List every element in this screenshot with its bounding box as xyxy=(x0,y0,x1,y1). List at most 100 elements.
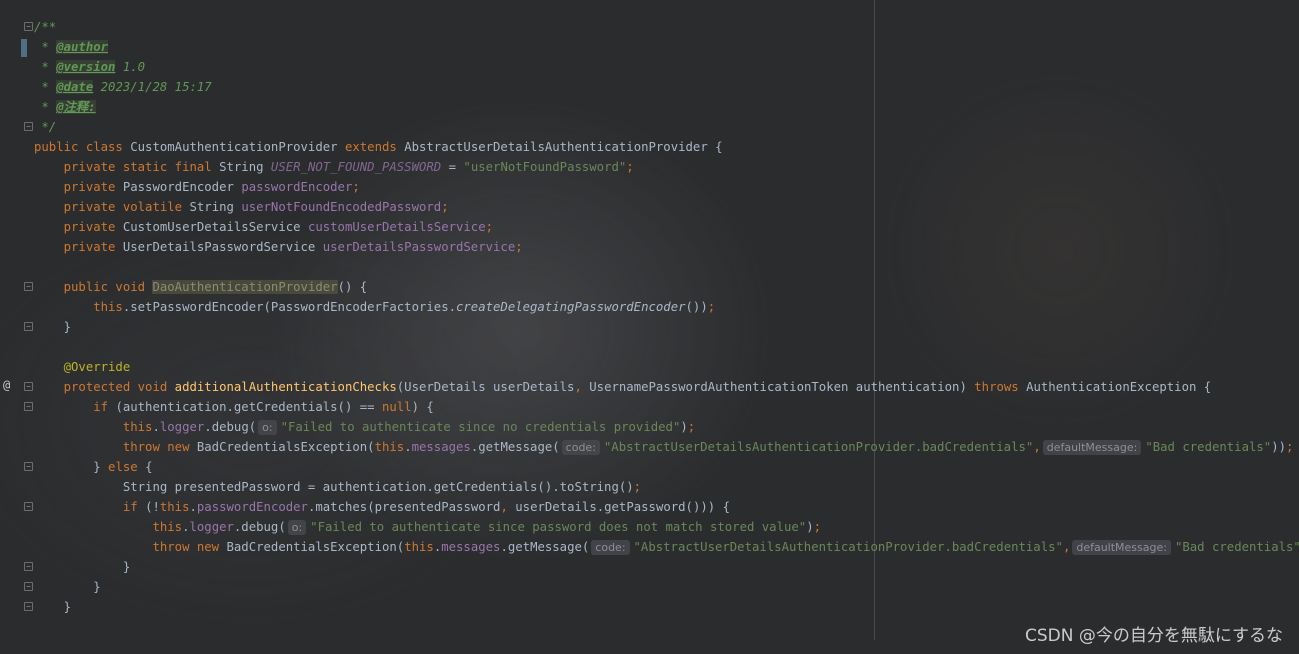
code-line[interactable]: public class CustomAuthenticationProvide… xyxy=(34,137,1299,157)
code-line[interactable]: this.logger.debug(o: "Failed to authentic… xyxy=(34,517,1299,537)
code-token: @Override xyxy=(34,360,131,374)
code-line[interactable] xyxy=(34,337,1299,357)
parameter-hint: o: xyxy=(287,520,307,535)
code-line[interactable]: private CustomUserDetailsService customU… xyxy=(34,217,1299,237)
code-line[interactable] xyxy=(34,257,1299,277)
code-line[interactable]: } else { xyxy=(34,457,1299,477)
code-line[interactable]: } xyxy=(34,597,1299,617)
code-token: . xyxy=(152,420,160,434)
code-token: else xyxy=(108,460,146,474)
code-line[interactable]: public void DaoAuthenticationProvider() … xyxy=(34,277,1299,297)
code-token: DaoAuthenticationProvider xyxy=(152,280,338,294)
fold-toggle-icon[interactable]: − xyxy=(24,402,33,411)
parameter-hint: o: xyxy=(258,420,277,435)
code-token: customUserDetailsService xyxy=(307,220,486,234)
code-token: ; xyxy=(1286,440,1294,454)
current-line-marker xyxy=(21,39,27,57)
fold-toggle-icon[interactable]: − xyxy=(24,562,33,571)
code-line[interactable]: } xyxy=(34,557,1299,577)
code-line[interactable]: } xyxy=(34,317,1299,337)
code-line[interactable]: if (authentication.getCredentials() == n… xyxy=(34,397,1299,417)
fold-toggle-icon[interactable]: − xyxy=(24,502,33,511)
code-token: ) xyxy=(806,520,814,534)
parameter-hint: defaultMessage: xyxy=(1042,440,1142,455)
code-token: , xyxy=(500,500,516,514)
fold-toggle-icon[interactable]: − xyxy=(24,282,33,291)
parameter-hint: code: xyxy=(591,540,630,555)
code-token: this xyxy=(34,520,183,534)
code-line[interactable]: protected void additionalAuthenticationC… xyxy=(34,377,1299,397)
fold-toggle-icon[interactable]: − xyxy=(24,582,33,591)
code-token: userNotFoundEncodedPassword xyxy=(241,200,442,214)
code-token: .getMessage( xyxy=(470,440,560,454)
code-line[interactable]: throw new BadCredentialsException(this.m… xyxy=(34,537,1299,557)
code-token: */ xyxy=(34,120,57,134)
code-token: )) xyxy=(1271,440,1287,454)
code-line[interactable]: private volatile String userNotFoundEnco… xyxy=(34,197,1299,217)
code-token: } xyxy=(34,580,101,594)
code-token: private xyxy=(34,180,123,194)
code-line[interactable]: * @version 1.0 xyxy=(34,57,1299,77)
code-token: additionalAuthenticationChecks xyxy=(174,380,397,394)
code-token: .debug( xyxy=(233,520,286,534)
code-token: "userNotFoundPassword" xyxy=(463,160,627,174)
code-token: * xyxy=(34,100,57,114)
code-token: (authentication.getCredentials() == xyxy=(115,400,382,414)
code-token: /** xyxy=(34,20,57,34)
fold-toggle-icon[interactable]: − xyxy=(24,22,33,31)
code-token: protected void xyxy=(34,380,175,394)
code-token: @version xyxy=(56,60,116,74)
fold-toggle-icon[interactable]: − xyxy=(24,122,33,131)
code-line[interactable]: private UserDetailsPasswordService userD… xyxy=(34,237,1299,257)
code-token: CustomUserDetailsService xyxy=(122,220,308,234)
code-token: if xyxy=(34,400,116,414)
code-token: ; xyxy=(707,300,716,314)
code-token: .setPasswordEncoder(PasswordEncoderFacto… xyxy=(122,300,456,314)
code-line[interactable]: } xyxy=(34,577,1299,597)
code-token: ; xyxy=(485,220,494,234)
code-line[interactable]: /** xyxy=(34,17,1299,37)
code-line[interactable]: * @date 2023/1/28 15:17 xyxy=(34,77,1299,97)
fold-toggle-icon[interactable]: − xyxy=(24,462,33,471)
code-line[interactable]: */ xyxy=(34,117,1299,137)
code-token: userDetails.getPassword())) { xyxy=(515,500,730,514)
fold-toggle-icon[interactable]: − xyxy=(24,382,33,391)
code-token: * xyxy=(34,40,57,54)
code-token: } xyxy=(34,460,109,474)
code-token: ; xyxy=(687,420,696,434)
fold-toggle-icon[interactable]: − xyxy=(24,322,33,331)
code-token: UsernamePasswordAuthenticationToken auth… xyxy=(589,380,975,394)
code-line[interactable]: this.setPasswordEncoder(PasswordEncoderF… xyxy=(34,297,1299,317)
code-token: CustomAuthenticationProvider xyxy=(130,140,345,154)
code-token: PasswordEncoder xyxy=(122,180,242,194)
code-token: null xyxy=(381,400,412,414)
code-token: this xyxy=(374,440,405,454)
code-token: , xyxy=(1033,440,1041,454)
code-line[interactable]: * @author xyxy=(34,37,1299,57)
code-token: .getMessage( xyxy=(500,540,590,554)
code-line[interactable]: private static final String USER_NOT_FOU… xyxy=(34,157,1299,177)
override-method-icon[interactable]: @ xyxy=(3,378,10,392)
csdn-watermark: CSDN @今の自分を無駄にするな xyxy=(1024,626,1283,646)
code-token: } xyxy=(34,600,72,614)
code-line[interactable]: private PasswordEncoder passwordEncoder; xyxy=(34,177,1299,197)
code-token: BadCredentialsException( xyxy=(196,440,375,454)
code-line[interactable]: if (!this.passwordEncoder.matches(presen… xyxy=(34,497,1299,517)
code-token: @注释: xyxy=(56,100,96,114)
code-token: extends xyxy=(344,140,405,154)
code-line[interactable]: * @注释: xyxy=(34,97,1299,117)
code-token: , xyxy=(574,380,590,394)
code-token: 2023/1/28 15:17 xyxy=(93,80,212,94)
code-token: logger xyxy=(189,520,234,534)
code-token: "Failed to authenticate since no credent… xyxy=(280,420,681,434)
code-token: public class xyxy=(34,140,131,154)
fold-toggle-icon[interactable]: − xyxy=(24,602,33,611)
code-line[interactable]: this.logger.debug(o: "Failed to authentic… xyxy=(34,417,1299,437)
code-token: AuthenticationException { xyxy=(1026,380,1212,394)
parameter-hint: code: xyxy=(561,440,600,455)
code-editor[interactable]: /** * @author * @version 1.0 * @date 202… xyxy=(34,17,1299,617)
code-line[interactable]: throw new BadCredentialsException(this.m… xyxy=(34,437,1299,457)
code-line[interactable]: String presentedPassword = authenticatio… xyxy=(34,477,1299,497)
code-line[interactable]: @Override xyxy=(34,357,1299,377)
code-token: = xyxy=(441,160,464,174)
